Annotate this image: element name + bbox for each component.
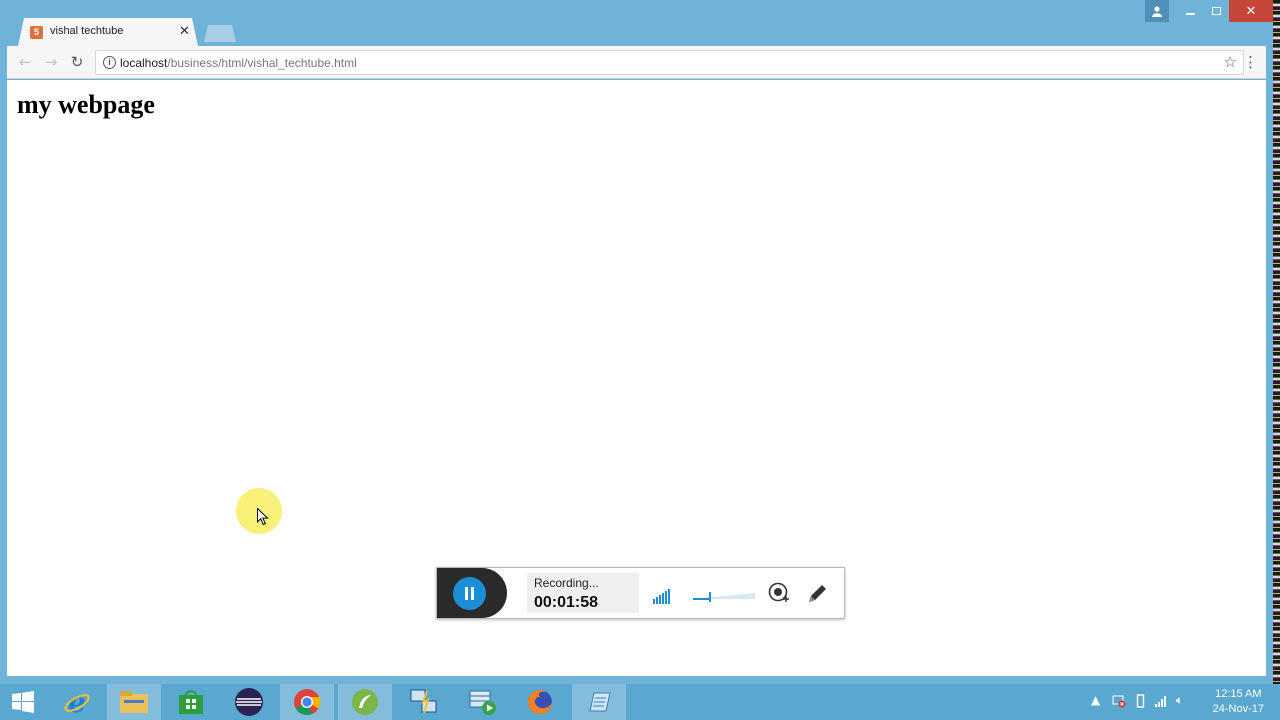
user-icon [1152,5,1162,17]
internet-explorer-icon[interactable]: e [50,684,104,720]
recorder-control-panel [437,568,507,618]
tab-close-button[interactable]: ✕ [179,23,190,39]
store-icon[interactable] [164,684,218,720]
window-controls: ✕ [1145,0,1273,22]
chrome-icon[interactable] [280,684,334,720]
windows-start-button[interactable] [0,684,46,720]
address-bar[interactable]: i localhost/business/html/vishal_techtub… [95,50,1244,75]
audio-level-icon [653,582,671,604]
clock-time: 12:15 AM [1215,688,1262,700]
minimize-button[interactable] [1177,0,1203,22]
info-icon[interactable]: i [103,56,116,69]
pause-icon [465,587,468,600]
url-text[interactable]: localhost/business/html/vishal_techtube.… [120,56,357,70]
firefox-icon[interactable] [513,684,567,720]
network-tool-icon[interactable] [397,684,451,720]
page-heading: my webpage [17,90,155,119]
tab-title: vishal techtube [50,25,124,37]
system-tray: ▲ 🔈︎ 12:15 AM 24-Nov-17 [1080,684,1280,720]
volume-handle[interactable] [709,592,711,602]
windows-start-icon [12,691,34,713]
network-error-icon[interactable] [1112,694,1126,708]
tab-vishal-techtube[interactable]: 5 vishal techtube ✕ [18,18,198,46]
reload-button[interactable]: ↻ [68,53,86,71]
speaker-icon[interactable]: 🔈︎ [1176,693,1183,708]
pause-icon-bar [471,587,474,600]
notepad-icon[interactable] [572,684,626,720]
eclipse-icon[interactable] [222,684,276,720]
minimize-icon [1185,12,1195,15]
taskbar: e ▲ 🔈︎ 12:15 AM 24-Nov-17 [0,684,1280,720]
bookmark-star-icon[interactable]: ☆ [1224,53,1237,71]
recording-timer: 00:01:58 [534,594,599,611]
pen-annotate-icon[interactable] [805,582,829,606]
tray-expand-icon[interactable]: ▲ [1091,693,1100,707]
pause-button[interactable] [453,577,486,610]
new-tab-button[interactable] [204,25,236,42]
volume-slider[interactable] [693,590,755,602]
forward-button[interactable]: → [42,53,60,71]
usb-device-icon[interactable] [1136,694,1145,708]
browser-toolbar: ← → ↻ i localhost/business/html/vishal_t… [7,46,1266,79]
url-host: localhost [120,56,168,70]
url-path: /business/html/vishal_techtube.html [167,56,357,70]
close-window-button[interactable]: ✕ [1229,0,1273,22]
webcam-icon[interactable] [768,582,790,604]
maximize-button[interactable] [1203,0,1229,22]
profile-button[interactable] [1145,0,1169,22]
volume-fill [693,598,709,600]
clock[interactable]: 12:15 AM 24-Nov-17 [1213,687,1264,717]
app-green-icon[interactable] [338,684,392,720]
close-icon: ✕ [1245,3,1257,19]
html-favicon-icon: 5 [30,26,43,39]
recording-label: Recording... [534,576,599,590]
screen-recorder-widget: Recording... 00:01:58 [436,567,845,619]
media-app-icon[interactable] [455,684,509,720]
clock-date: 24-Nov-17 [1212,703,1264,715]
file-explorer-icon[interactable] [107,684,161,720]
signal-icon[interactable] [1154,694,1168,708]
back-button[interactable]: ← [16,53,34,71]
maximize-icon [1211,7,1221,15]
menu-kebab-icon[interactable]: ⋮ [1243,53,1258,71]
recording-status: Recording... 00:01:58 [527,573,639,613]
background-window-edge [1273,0,1280,684]
